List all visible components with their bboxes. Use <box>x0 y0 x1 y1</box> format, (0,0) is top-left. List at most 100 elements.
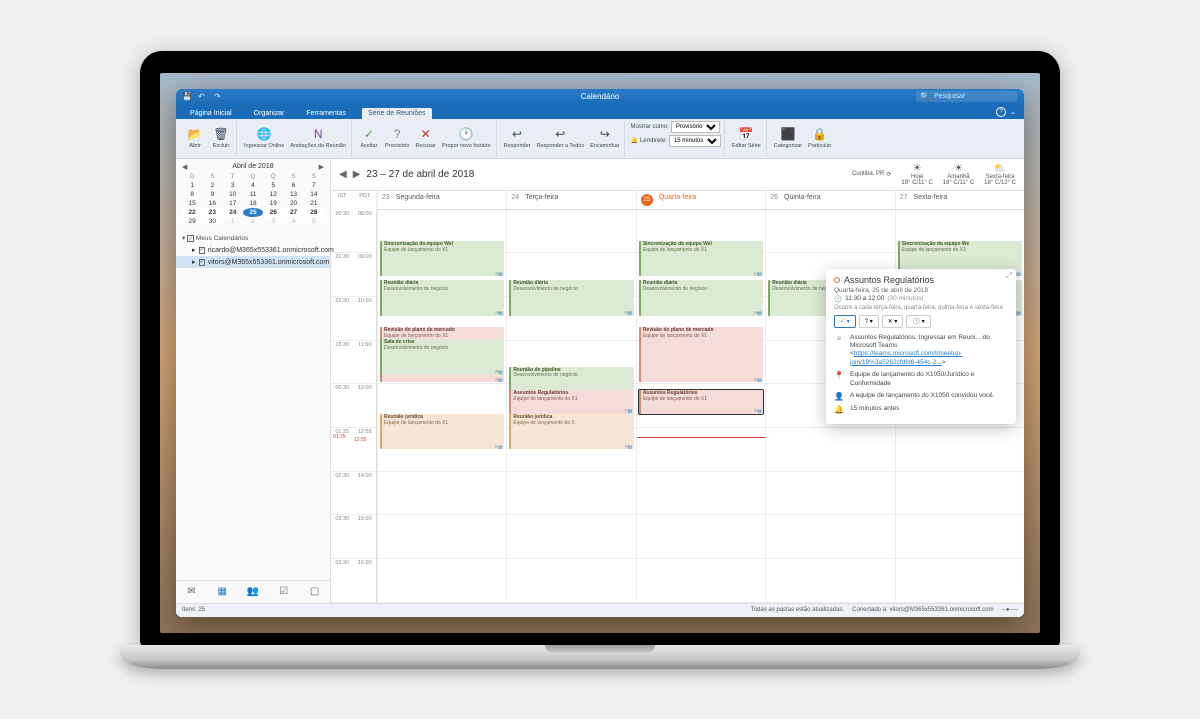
mini-cal-day[interactable]: 14 <box>304 190 324 199</box>
undo-icon[interactable]: ↶ <box>198 92 208 102</box>
categorize-button[interactable]: ⬛Categorizar <box>772 125 804 150</box>
teams-link[interactable]: https://teams.microsoft.com/l/meetup-joi… <box>850 350 962 365</box>
bell-icon: 🔔 <box>834 405 844 414</box>
private-button[interactable]: 🔒Particular <box>806 125 833 150</box>
tab-organize[interactable]: Organizar <box>248 108 291 119</box>
save-icon[interactable]: 💾 <box>182 92 192 102</box>
day-column[interactable]: Sincronização da equipo WelEquipe de lan… <box>377 210 506 603</box>
mini-cal-day[interactable]: 23 <box>202 208 222 217</box>
mini-cal-day[interactable]: 19 <box>263 199 283 208</box>
popup-tentative-button[interactable]: ? ▾ <box>859 315 879 328</box>
calendar-event[interactable]: Sincronização da equipo WelEquipe de lan… <box>380 241 504 276</box>
calendar-event[interactable]: Sala de criseDesenvolvimento de negócio⟳… <box>380 339 504 374</box>
chevron-down-icon[interactable]: ▾ <box>182 235 185 242</box>
refresh-icon[interactable]: ⟳ <box>886 171 891 178</box>
tasks-icon[interactable]: ☑ <box>277 585 291 599</box>
showas-select[interactable]: Provisório <box>671 121 720 133</box>
mini-cal-day[interactable]: 11 <box>243 190 263 199</box>
calendar-event[interactable]: Reunião diáriaDesenvolvimento de negócio… <box>639 280 763 315</box>
mini-cal-day[interactable]: 18 <box>243 199 263 208</box>
collapse-ribbon-icon[interactable]: ⌄ <box>1010 108 1016 116</box>
calendar-event[interactable]: Assuntos RegulatóriosEquipe de lançament… <box>639 390 763 414</box>
calendar-item[interactable]: ▸ ✓ ricardo@M365x553361.onmicrosoft.com <box>176 244 330 256</box>
prev-week-icon[interactable]: ◀ <box>339 169 347 180</box>
calendar-icon[interactable]: ▦ <box>215 585 229 599</box>
reply-all-button[interactable]: ↩Responder a Todos <box>535 125 587 150</box>
tab-tools[interactable]: Ferramentas <box>300 108 352 119</box>
join-online-button[interactable]: 🌐Ingressar Online <box>242 125 286 150</box>
search-input[interactable] <box>934 93 1014 100</box>
mini-cal-day[interactable]: 20 <box>283 199 303 208</box>
mini-cal-day[interactable]: 3 <box>263 217 283 226</box>
calendar-event[interactable]: Revisão do plano de mercadoEquipe de lan… <box>639 327 763 382</box>
mini-cal-day[interactable]: 2 <box>243 217 263 226</box>
people-icon[interactable]: 👥 <box>246 585 260 599</box>
tab-meeting-series[interactable]: Série de Reuniões <box>362 108 432 119</box>
meeting-notes-button[interactable]: NAnotações da Reunião <box>288 125 348 150</box>
mini-cal-day[interactable]: 1 <box>182 181 202 190</box>
next-week-icon[interactable]: ▶ <box>353 169 361 180</box>
calendar-event[interactable]: Reunião diáriaDesenvolvimento de negócio… <box>509 280 633 315</box>
mini-cal-day[interactable]: 5 <box>263 181 283 190</box>
mini-cal-day[interactable]: 3 <box>223 181 243 190</box>
propose-time-button[interactable]: 🕐Propor novo horário <box>440 125 493 150</box>
calendar-event[interactable]: Reunião diáriaDesenvolvimento de negócio… <box>380 280 504 315</box>
mini-cal-day[interactable]: 24 <box>223 208 243 217</box>
popup-propose-button[interactable]: 🕐 ▾ <box>906 315 930 328</box>
mini-cal-day[interactable]: 22 <box>182 208 202 217</box>
mini-cal-day[interactable]: 2 <box>202 181 222 190</box>
calendar-event[interactable]: Sincronização da equipo WelEquipe de lan… <box>639 241 763 276</box>
mini-cal-day[interactable]: 4 <box>283 217 303 226</box>
notes-icon[interactable]: ▢ <box>308 585 322 599</box>
status-bar: Itens: 25 Todas as pastas estão atualiza… <box>176 603 1024 617</box>
calendar-item[interactable]: ▸ ✓ vitors@M365x553361.onmicrosoft.com <box>176 256 330 268</box>
view-switcher: ✉ ▦ 👥 ☑ ▢ <box>176 580 330 603</box>
redo-icon[interactable]: ↷ <box>214 92 224 102</box>
mini-cal-day[interactable]: 10 <box>223 190 243 199</box>
expand-icon[interactable]: ⤢ <box>1006 271 1012 281</box>
next-month-icon[interactable]: ▶ <box>319 163 324 171</box>
mini-cal-day[interactable]: 1 <box>223 217 243 226</box>
popup-decline-button[interactable]: ✕ ▾ <box>882 315 904 328</box>
delete-button[interactable]: 🗑Excluir <box>209 125 233 150</box>
zoom-slider[interactable]: ─●── <box>1002 607 1018 613</box>
mini-cal-day[interactable]: 21 <box>304 199 324 208</box>
mail-icon[interactable]: ✉ <box>184 585 198 599</box>
tentative-button[interactable]: ?Provisório <box>383 125 411 150</box>
mini-cal-day[interactable]: 17 <box>223 199 243 208</box>
prev-month-icon[interactable]: ◀ <box>182 163 187 171</box>
mini-cal-day[interactable]: 25 <box>243 208 263 217</box>
open-button[interactable]: 📂Abrir <box>183 125 207 150</box>
popup-accept-button[interactable]: ✓ ▾ <box>834 315 856 328</box>
calendar-event[interactable]: Assuntos RegulatóriosEquipe de lançament… <box>509 390 633 414</box>
mini-cal-day[interactable]: 13 <box>283 190 303 199</box>
decline-button[interactable]: ✕Recusar <box>413 125 437 150</box>
calendar-event[interactable]: Reunião jurídicaEquipe de lançamento do … <box>380 414 504 449</box>
tab-home[interactable]: Página Inicial <box>184 108 238 119</box>
reply-button[interactable]: ↩Responder <box>502 125 533 150</box>
mini-cal-day[interactable]: 28 <box>304 208 324 217</box>
mini-cal-day[interactable]: 27 <box>283 208 303 217</box>
mini-cal-day[interactable]: 30 <box>202 217 222 226</box>
mini-cal-day[interactable]: 8 <box>182 190 202 199</box>
accept-button[interactable]: ✓Aceitar <box>357 125 381 150</box>
search-box[interactable]: 🔍 <box>916 91 1018 102</box>
mini-cal-day[interactable]: 29 <box>182 217 202 226</box>
day-column[interactable]: Reunião diáriaDesenvolvimento de negócio… <box>506 210 635 603</box>
mini-cal-day[interactable]: 4 <box>243 181 263 190</box>
mini-cal-day[interactable]: 6 <box>283 181 303 190</box>
mini-cal-day[interactable]: 5 <box>304 217 324 226</box>
checkbox[interactable]: ✓ <box>187 235 194 242</box>
mini-cal-day[interactable]: 9 <box>202 190 222 199</box>
mini-cal-day[interactable]: 7 <box>304 181 324 190</box>
edit-series-button[interactable]: 📅Editar Série <box>730 125 763 150</box>
help-icon[interactable]: ? <box>996 107 1006 117</box>
calendar-event[interactable]: Reunião jurídicaEquipe de lançamento do … <box>509 414 633 449</box>
mini-cal-day[interactable]: 26 <box>263 208 283 217</box>
forward-button[interactable]: ↪Encaminhar <box>588 125 621 150</box>
day-column[interactable]: Sincronização da equipo WelEquipe de lan… <box>636 210 765 603</box>
mini-cal-day[interactable]: 15 <box>182 199 202 208</box>
mini-cal-day[interactable]: 16 <box>202 199 222 208</box>
reminder-select[interactable]: 15 minutos <box>669 135 721 147</box>
mini-cal-day[interactable]: 12 <box>263 190 283 199</box>
